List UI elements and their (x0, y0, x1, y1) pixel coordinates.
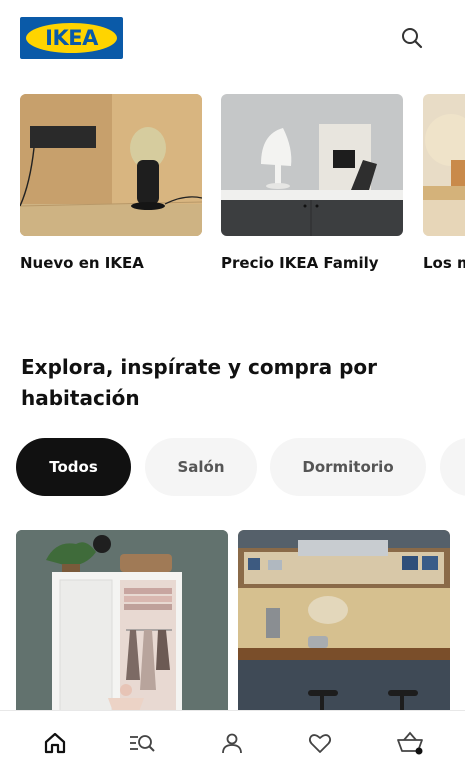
chip-more[interactable] (440, 438, 465, 496)
featured-label: Los m (423, 254, 465, 272)
featured-card-new[interactable]: Nuevo en IKEA (20, 94, 202, 272)
featured-label: Precio IKEA Family (221, 254, 379, 272)
basket-icon[interactable] (390, 723, 430, 763)
new-products-image (20, 94, 202, 236)
featured-carousel[interactable]: Nuevo en IKEA Precio IKEA Family Los m (0, 94, 465, 284)
featured-label: Nuevo en IKEA (20, 254, 144, 272)
chip-dormitorio[interactable]: Dormitorio (270, 438, 426, 496)
featured-card-more[interactable]: Los m (423, 94, 465, 272)
header: IKEA (0, 0, 465, 80)
profile-icon[interactable] (212, 723, 252, 763)
chip-todos[interactable]: Todos (16, 438, 131, 496)
chip-salon[interactable]: Salón (145, 438, 257, 496)
home-icon[interactable] (35, 723, 75, 763)
ikea-logo[interactable]: IKEA (20, 17, 123, 59)
bottom-navigation (0, 710, 465, 769)
room-filter-chips: Todos Salón Dormitorio (0, 438, 465, 498)
search-icon[interactable] (400, 26, 424, 50)
featured-card-family[interactable]: Precio IKEA Family (221, 94, 403, 272)
family-price-image (221, 94, 403, 236)
search-list-icon[interactable] (122, 723, 162, 763)
room-images (0, 530, 465, 710)
more-image (423, 94, 465, 236)
logo-text: IKEA (45, 26, 98, 50)
section-title: Explora, inspírate y compra por habitaci… (21, 355, 378, 410)
room-card-bedroom[interactable] (16, 530, 228, 710)
room-card-kitchen[interactable] (238, 530, 450, 710)
heart-icon[interactable] (300, 723, 340, 763)
